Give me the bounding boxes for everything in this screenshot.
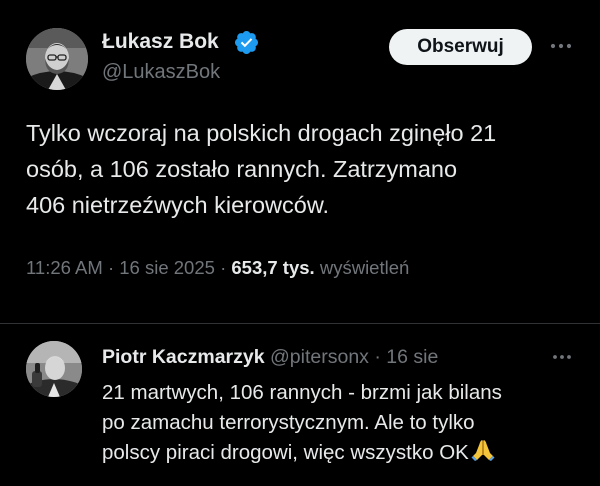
views-label: wyświetleń: [319, 257, 410, 278]
reply-tweet: Piotr Kaczmarzyk @pitersonx · 16 sie 21 …: [0, 324, 600, 486]
reply-text-line: po zamachu terrorystycznym. Ale to tylko: [102, 411, 475, 434]
author-name[interactable]: Łukasz Bok: [102, 30, 219, 54]
tweet-text-line: 406 nietrzeźwych kierowców.: [26, 192, 330, 218]
reply-date[interactable]: 16 sie: [386, 346, 438, 368]
tweet-time[interactable]: 11:26 AM: [26, 257, 103, 278]
more-options-icon[interactable]: [546, 34, 576, 58]
meta-separator: ·: [107, 257, 115, 278]
meta-separator: ·: [220, 257, 227, 278]
more-options-icon[interactable]: [548, 346, 576, 368]
reply-header: Piotr Kaczmarzyk @pitersonx · 16 sie: [102, 346, 438, 369]
reply-avatar[interactable]: [26, 341, 82, 397]
tweet-text-line: osób, a 106 zostało rannych. Zatrzymano: [26, 156, 458, 182]
tweet-text: Tylko wczoraj na polskich drogach zginęł…: [26, 115, 586, 223]
reply-text-line-last: polscy piraci drogowi, więc wszystko OK: [102, 438, 582, 468]
main-tweet: Łukasz Bok @LukaszBok Obserwuj Tylko wcz…: [0, 0, 600, 322]
reply-author-name[interactable]: Piotr Kaczmarzyk: [102, 346, 265, 368]
views-count[interactable]: 653,7 tys.: [231, 257, 314, 278]
verified-badge-icon: [234, 30, 259, 55]
folded-hands-emoji: [471, 440, 495, 461]
follow-button[interactable]: Obserwuj: [389, 29, 532, 65]
reply-text: 21 martwych, 106 rannych - brzmi jak bil…: [102, 378, 582, 468]
tweet-date[interactable]: 16 sie 2025: [119, 257, 215, 278]
reply-avatar-photo: [26, 341, 82, 397]
reply-text-line: polscy piraci drogowi, więc wszystko OK: [102, 441, 469, 464]
avatar[interactable]: [26, 28, 88, 90]
reply-author-handle[interactable]: @pitersonx: [270, 346, 369, 368]
reply-separator: ·: [374, 346, 381, 368]
author-handle[interactable]: @LukaszBok: [102, 61, 220, 84]
tweet-meta: 11:26 AM · 16 sie 2025 · 653,7 tys. wyśw…: [26, 257, 409, 279]
avatar-photo: [26, 28, 88, 90]
reply-text-line: 21 martwych, 106 rannych - brzmi jak bil…: [102, 381, 502, 404]
tweet-text-line: Tylko wczoraj na polskich drogach zginęł…: [26, 120, 497, 146]
